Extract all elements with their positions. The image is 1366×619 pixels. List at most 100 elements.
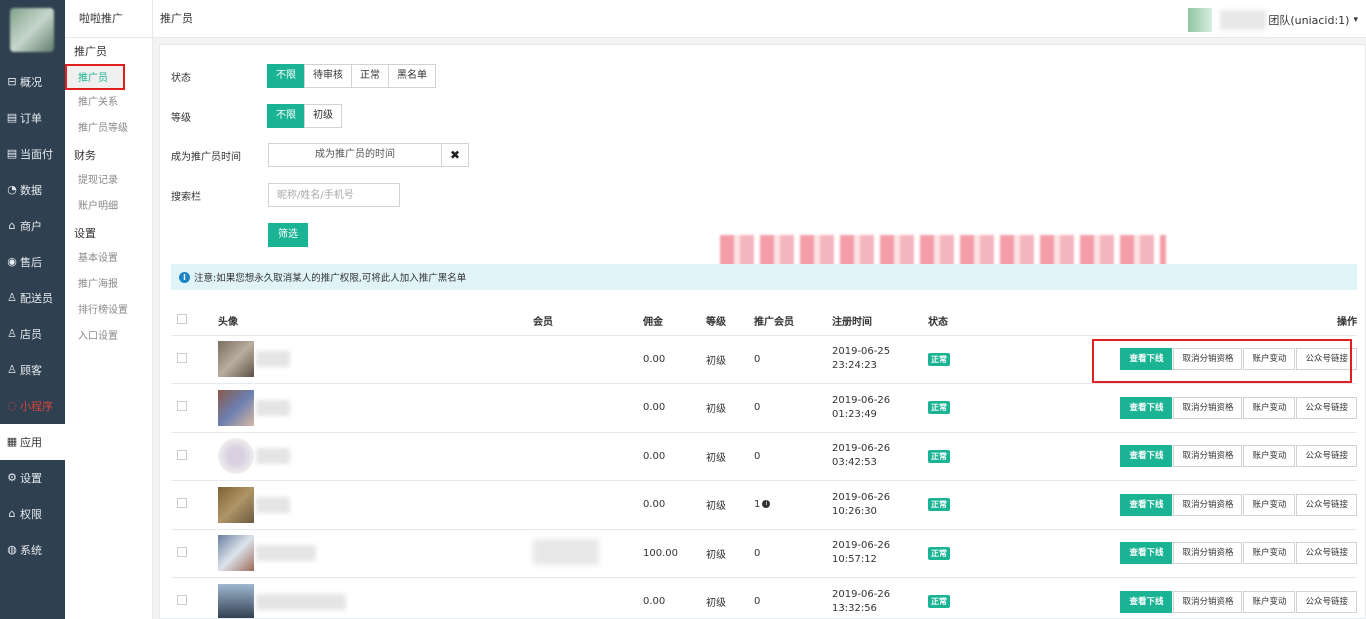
sidebar-item-ranking[interactable]: 排行榜设置: [65, 298, 152, 324]
sidebar-item-courier[interactable]: ♙ 配送员: [0, 280, 65, 316]
nickname-blur: [256, 448, 290, 465]
nickname-blur: [256, 545, 316, 562]
sidebar-item-lock[interactable]: ⌂ 权限: [0, 496, 65, 532]
sidebar-item-basic-settings[interactable]: 基本设置: [65, 246, 152, 272]
sidebar-item-account-detail[interactable]: 账户明细: [65, 194, 152, 220]
level-junior-button[interactable]: 初级: [304, 104, 342, 128]
sidebar-item-entry[interactable]: 入口设置: [65, 324, 152, 350]
sidebar-item-apps[interactable]: ▦ 应用: [0, 424, 65, 460]
nickname-blur: [256, 351, 290, 368]
view-subordinates-button[interactable]: 查看下线: [1120, 445, 1173, 468]
sidebar-item-label: 权限: [20, 508, 42, 521]
status-pending-button[interactable]: 待审核: [304, 64, 352, 88]
sidebar-item-relation[interactable]: 推广关系: [65, 90, 152, 116]
official-account-link-button[interactable]: 公众号链接: [1296, 590, 1357, 613]
level: 初级: [706, 383, 754, 433]
status-badge: 正常: [928, 449, 950, 463]
row-checkbox[interactable]: [177, 449, 187, 460]
cancel-qualification-button[interactable]: 取消分销资格: [1173, 445, 1243, 468]
status-normal-button[interactable]: 正常: [351, 64, 389, 88]
plugin-title: 啦啦推广: [65, 0, 152, 38]
sidebar-item-data[interactable]: ◔ 数据: [0, 172, 65, 208]
invited-count: 0: [754, 432, 832, 481]
sidebar-item-system[interactable]: ◍ 系统: [0, 532, 65, 568]
status-all-button[interactable]: 不限: [267, 64, 305, 88]
commission: 0.00: [643, 577, 706, 618]
time-filter-row: 成为推广员时间 成为推广员的时间 ✖: [171, 143, 469, 167]
info-icon[interactable]: i: [762, 500, 771, 509]
account-change-button[interactable]: 账户变动: [1243, 445, 1296, 468]
cancel-qualification-button[interactable]: 取消分销资格: [1173, 542, 1243, 565]
sidebar-item-label: 商户: [20, 220, 42, 233]
account-change-button[interactable]: 账户变动: [1243, 493, 1296, 516]
official-account-link-button[interactable]: 公众号链接: [1296, 348, 1357, 371]
table-row: 0.00 初级 0 2019-06-25 23:24:23 正常 查看下线 取消分销资格 账户变…: [171, 335, 1357, 384]
official-account-link-button[interactable]: 公众号链接: [1296, 445, 1357, 468]
sidebar-item-shop[interactable]: ⌂ 商户: [0, 208, 65, 244]
cancel-qualification-button[interactable]: 取消分销资格: [1173, 590, 1243, 613]
account-change-button[interactable]: 账户变动: [1243, 396, 1296, 419]
sidebar-item-pay[interactable]: ▤ 当面付: [0, 136, 65, 172]
group-settings: 设置: [74, 227, 96, 240]
account-change-button[interactable]: 账户变动: [1243, 590, 1296, 613]
status-badge: 正常: [928, 352, 950, 366]
group-promoter: 推广员: [74, 45, 107, 58]
status-blacklist-button[interactable]: 黑名单: [388, 64, 436, 88]
view-subordinates-button[interactable]: 查看下线: [1120, 493, 1173, 516]
commission: 0.00: [643, 480, 706, 530]
status-badge: 正常: [928, 546, 950, 560]
account-change-button[interactable]: 账户变动: [1243, 542, 1296, 565]
sidebar-item-poster[interactable]: 推广海报: [65, 272, 152, 298]
date-range-value[interactable]: 成为推广员的时间: [269, 144, 442, 166]
level-all-button[interactable]: 不限: [267, 104, 305, 128]
username-blur: [1220, 10, 1267, 30]
sidebar-item-promoter[interactable]: 推广员: [65, 64, 125, 90]
sidebar-item-promoter-level[interactable]: 推广员等级: [65, 116, 152, 142]
level: 初级: [706, 335, 754, 384]
sidebar-item-label: 售后: [20, 256, 42, 269]
col-member: 会员: [533, 307, 643, 336]
sidebar-item-overview[interactable]: ⊟ 概况: [0, 64, 65, 100]
sidebar-item-clerk[interactable]: ♙ 店员: [0, 316, 65, 352]
sidebar-item-customer[interactable]: ♙ 顾客: [0, 352, 65, 388]
row-checkbox[interactable]: [177, 595, 187, 606]
sidebar-item-order[interactable]: ▤ 订单: [0, 100, 65, 136]
sidebar-item-aftersale[interactable]: ◉ 售后: [0, 244, 65, 280]
user-menu[interactable]: 团队(uniacid:1) ▾: [1188, 8, 1358, 32]
sidebar-item-withdraw[interactable]: 提现记录: [65, 168, 152, 194]
aftersale-icon: ◉: [7, 255, 17, 268]
level-filter-row: 等级 不限 初级: [171, 104, 342, 128]
select-all-checkbox[interactable]: [177, 314, 187, 325]
sidebar-item-miniprogram[interactable]: ◌ 小程序: [0, 388, 65, 424]
cancel-qualification-button[interactable]: 取消分销资格: [1173, 493, 1243, 516]
view-subordinates-button[interactable]: 查看下线: [1120, 396, 1173, 419]
row-checkbox[interactable]: [177, 401, 187, 412]
status-filter-row: 状态 不限 待审核 正常 黑名单: [171, 64, 436, 88]
row-checkbox[interactable]: [177, 498, 187, 509]
overview-icon: ⊟: [7, 75, 17, 88]
view-subordinates-button[interactable]: 查看下线: [1120, 348, 1173, 371]
filter-button[interactable]: 筛选: [268, 223, 308, 247]
level: 初级: [706, 432, 754, 481]
account-change-button[interactable]: 账户变动: [1243, 348, 1296, 371]
row-checkbox[interactable]: [177, 352, 187, 363]
official-account-link-button[interactable]: 公众号链接: [1296, 542, 1357, 565]
official-account-link-button[interactable]: 公众号链接: [1296, 396, 1357, 419]
cancel-qualification-button[interactable]: 取消分销资格: [1173, 396, 1243, 419]
status-badge: 正常: [928, 595, 950, 609]
cancel-qualification-button[interactable]: 取消分销资格: [1173, 348, 1243, 371]
sidebar-item-gear[interactable]: ⚙ 设置: [0, 460, 65, 496]
search-input[interactable]: [268, 183, 400, 207]
date-range-picker[interactable]: 成为推广员的时间 ✖: [268, 143, 469, 167]
secondary-sidebar: 啦啦推广 推广员 推广员 推广关系 推广员等级 财务 提现记录 账户明细 设置 …: [65, 0, 153, 619]
official-account-link-button[interactable]: 公众号链接: [1296, 493, 1357, 516]
view-subordinates-button[interactable]: 查看下线: [1120, 542, 1173, 565]
close-icon[interactable]: ✖: [442, 144, 468, 166]
sidebar-item-label: 系统: [20, 544, 42, 557]
table-row: 0.00 初级 0 2019-06-26 03:42:53 正常 查看下线 取消分销资格 账户变…: [171, 432, 1357, 481]
view-subordinates-button[interactable]: 查看下线: [1120, 590, 1173, 613]
row-checkbox[interactable]: [177, 546, 187, 557]
promoter-table: 头像 会员 佣金 等级 推广会员 注册时间 状态 操作 0.00 初级 0 2019-…: [171, 307, 1357, 618]
info-icon: i: [179, 271, 190, 283]
avatar: [218, 438, 254, 475]
